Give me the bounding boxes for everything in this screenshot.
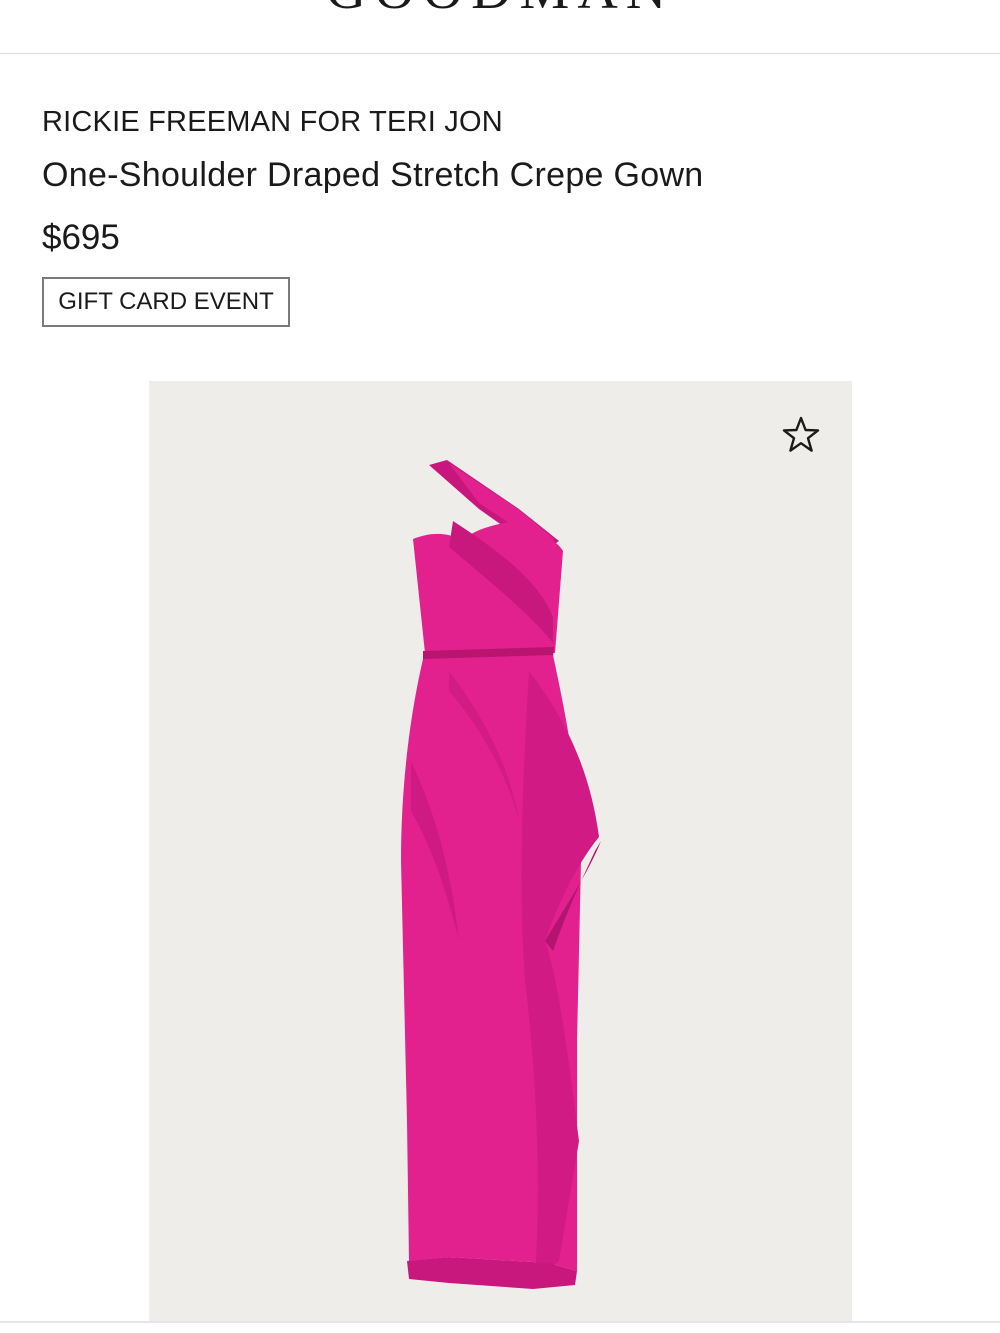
header-divider — [0, 53, 1000, 54]
gift-card-event-badge: GIFT CARD EVENT — [42, 277, 290, 327]
product-image[interactable] — [149, 381, 852, 1321]
product-title: One-Shoulder Draped Stretch Crepe Gown — [42, 156, 704, 194]
add-to-favorites-button[interactable] — [777, 411, 825, 459]
site-header: GOODMAN — [0, 0, 1000, 54]
site-logo[interactable]: GOODMAN — [0, 0, 1000, 18]
bottom-divider — [0, 1321, 1000, 1323]
gown-image — [401, 460, 601, 1289]
product-page: GOODMAN RICKIE FREEMAN FOR TERI JON One-… — [0, 0, 1000, 1333]
product-brand[interactable]: RICKIE FREEMAN FOR TERI JON — [42, 106, 503, 139]
product-price: $695 — [42, 218, 120, 257]
star-outline-icon — [782, 416, 820, 452]
